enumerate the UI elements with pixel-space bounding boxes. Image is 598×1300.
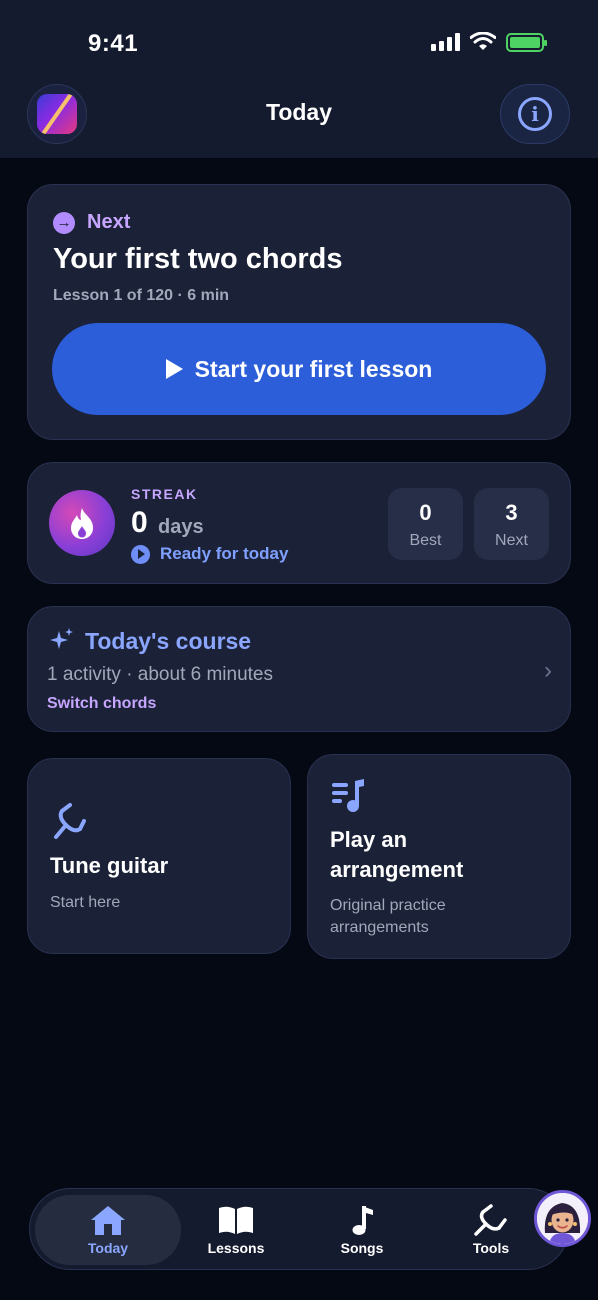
wifi-icon <box>470 32 496 50</box>
streak-unit: days <box>158 516 204 538</box>
ready-status-text: Ready for today <box>160 544 289 563</box>
book-icon <box>219 1206 253 1234</box>
play-arrangement-tile[interactable]: Play an arrangement Original practice ar… <box>307 754 571 959</box>
streak-label: STREAK <box>131 486 198 502</box>
tab-tools-label: Tools <box>472 1240 510 1256</box>
home-icon <box>91 1206 125 1235</box>
status-icons <box>431 32 547 52</box>
mascot-avatar-icon <box>537 1193 588 1244</box>
tune-guitar-title: Tune guitar <box>50 853 169 878</box>
tuning-fork-icon <box>54 803 86 839</box>
next-lesson-card: → Next Your first two chords Lesson 1 of… <box>27 184 571 440</box>
next-streak-label: Next <box>495 532 528 549</box>
arrangement-title-line2: arrangement <box>330 857 464 882</box>
next-label-row: → Next <box>53 211 130 234</box>
lesson-meta: Lesson 1 of 120 · 6 min <box>53 287 230 304</box>
tab-today-label: Today <box>87 1240 129 1256</box>
tab-songs-label: Songs <box>340 1240 384 1256</box>
todays-course-card[interactable]: Today's course 1 activity · about 6 minu… <box>27 606 571 732</box>
assistant-avatar-button[interactable] <box>534 1190 591 1247</box>
play-circle-icon <box>131 544 150 564</box>
tune-guitar-subtitle: Start here <box>50 894 121 911</box>
tab-today[interactable]: Today <box>35 1195 181 1265</box>
best-streak-value: 0 <box>419 500 432 525</box>
tab-lessons-label: Lessons <box>207 1240 265 1256</box>
next-streak-stat: 3 Next <box>474 488 549 560</box>
info-icon: i <box>518 97 552 131</box>
music-note-icon <box>352 1206 373 1235</box>
flame-icon <box>49 490 115 556</box>
music-queue-icon <box>332 779 364 812</box>
start-lesson-button[interactable]: Start your first lesson <box>52 323 546 415</box>
today-screen: 9:41 Today i → Next Your first two chord… <box>0 0 598 1300</box>
tab-lessons[interactable]: Lessons <box>172 1195 300 1265</box>
chevron-right-icon: › <box>544 657 552 684</box>
sparkle-icon <box>50 628 73 649</box>
tab-songs[interactable]: Songs <box>298 1195 426 1265</box>
ready-status: Ready for today <box>131 544 288 564</box>
cellular-signal-icon <box>431 33 460 51</box>
streak-count: 0 <box>131 506 148 539</box>
course-meta: 1 activity · about 6 minutes <box>47 664 273 685</box>
next-label: Next <box>87 211 131 233</box>
tune-guitar-tile[interactable]: Tune guitar Start here <box>27 758 291 954</box>
best-streak-stat: 0 Best <box>388 488 463 560</box>
arrangement-title-line1: Play an <box>330 827 408 852</box>
best-streak-label: Best <box>409 532 442 549</box>
course-title: Today's course <box>85 628 252 654</box>
next-streak-value: 3 <box>505 500 518 525</box>
start-lesson-label: Start your first lesson <box>194 355 433 382</box>
lesson-title: Your first two chords <box>53 243 343 275</box>
status-time: 9:41 <box>88 30 139 57</box>
tuning-fork-icon <box>474 1204 507 1236</box>
switch-chords-link[interactable]: Switch chords <box>47 695 156 713</box>
header: 9:41 Today i <box>0 0 598 158</box>
info-button[interactable]: i <box>500 84 570 144</box>
streak-card[interactable]: STREAK 0 days Ready for today 0 Best 3 N… <box>27 462 571 584</box>
arrangement-subtitle-line1: Original practice <box>330 897 446 914</box>
play-icon <box>165 359 183 379</box>
arrow-right-icon: → <box>53 211 75 234</box>
arrangement-subtitle-line2: arrangements <box>330 919 429 936</box>
battery-icon <box>506 32 547 52</box>
tab-bar: Today Lessons Songs Tools <box>29 1188 569 1270</box>
